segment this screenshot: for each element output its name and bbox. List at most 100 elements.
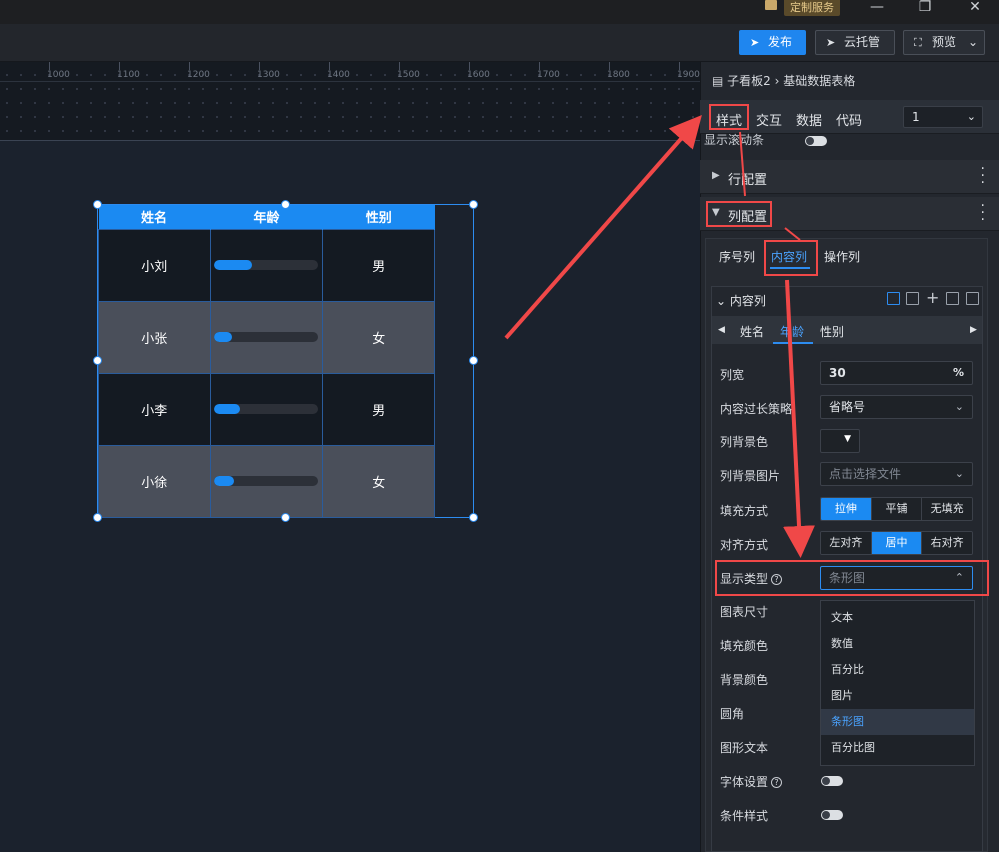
scrollbar-label: 显示滚动条 (704, 133, 765, 147)
cloud-hosting-button[interactable]: ➤ 云托管 (815, 30, 895, 55)
publish-button[interactable]: ➤ 发布 (739, 30, 806, 55)
preview-button[interactable]: ⛶ 预览 ⌄ (903, 30, 985, 55)
ruler-tick (609, 62, 610, 70)
fill-tile-option[interactable]: 平铺 (871, 498, 923, 520)
option-percent[interactable]: 百分比 (821, 657, 974, 683)
progress-fill (214, 404, 241, 414)
option-image[interactable]: 图片 (821, 683, 974, 709)
board-icon: ▤ (712, 74, 724, 88)
caret-down-icon: ▼ (844, 434, 851, 444)
more-icon[interactable]: · · · (981, 199, 985, 227)
option-text[interactable]: 文本 (821, 605, 974, 631)
bg-color-picker[interactable]: ▼ (820, 429, 860, 453)
close-icon[interactable]: ✕ (960, 0, 990, 22)
shape-text-label: 图形文本 (720, 741, 769, 755)
resize-handle[interactable] (469, 356, 478, 365)
restore-icon[interactable]: ❐ (910, 0, 940, 22)
bg-image-select[interactable]: 点击选择文件 ⌄ (820, 462, 973, 486)
option-bar-chart[interactable]: 条形图 (821, 709, 974, 735)
progress-bar (214, 476, 319, 486)
resize-handle[interactable] (93, 356, 102, 365)
fill-none-option[interactable]: 无填充 (922, 498, 972, 520)
highlight-box (706, 201, 772, 227)
progress-fill (214, 332, 233, 342)
cell-gender: 女 (322, 300, 435, 374)
cell-name: 小张 (98, 300, 211, 374)
table-icon[interactable] (887, 292, 900, 305)
highlight-box (764, 240, 818, 276)
delete-icon[interactable] (966, 292, 979, 305)
scroll-right-icon[interactable]: ▶ (970, 325, 977, 335)
more-icon[interactable]: · · · (981, 162, 985, 190)
table-row[interactable]: 小张 女 (98, 300, 435, 374)
tab-data[interactable]: 数据 (796, 110, 822, 129)
guide-line (0, 140, 700, 141)
align-right-option[interactable]: 右对齐 (922, 532, 972, 554)
col-width-input[interactable]: 30 % (820, 361, 973, 385)
scrollbar-toggle[interactable] (805, 136, 827, 146)
custom-service-button[interactable]: 定制服务 (784, 0, 840, 16)
align-left-option[interactable]: 左对齐 (821, 532, 872, 554)
page-select[interactable]: 1 ⌄ (903, 106, 983, 128)
align-center-option[interactable]: 居中 (871, 532, 923, 554)
coltab-name[interactable]: 姓名 (740, 323, 764, 340)
chevron-down-icon: ⌄ (954, 400, 964, 413)
data-table[interactable]: 姓名 年龄 性别 小刘男小张女小李男小徐女 (98, 205, 435, 518)
arrow-to-style-tab (504, 114, 702, 340)
align-label: 对齐方式 (720, 538, 769, 552)
table-row[interactable]: 小李 男 (98, 372, 435, 446)
bg-image-placeholder: 点击选择文件 (829, 467, 902, 481)
coltab-gender[interactable]: 性别 (820, 323, 844, 340)
chevron-down-icon: ⌄ (954, 467, 964, 480)
cond-style-toggle[interactable] (821, 810, 843, 820)
header-age: 年龄 (210, 205, 324, 229)
coltab-age[interactable]: 年龄 (780, 323, 804, 340)
resize-handle[interactable] (93, 513, 102, 522)
cell-name: 小刘 (98, 228, 211, 302)
col-width-value: 30 (829, 366, 846, 380)
fill-color-label: 填充颜色 (720, 639, 769, 653)
tab-interaction[interactable]: 交互 (756, 110, 782, 129)
subtab-action-col[interactable]: 操作列 (824, 248, 860, 265)
header-name: 姓名 (98, 205, 211, 229)
cell-gender: 女 (322, 444, 435, 518)
breadcrumb-board[interactable]: 子看板2 (727, 74, 771, 88)
copy-icon[interactable] (946, 292, 959, 305)
option-percent-chart[interactable]: 百分比图 (821, 735, 974, 761)
progress-bar (214, 260, 319, 270)
display-type-dropdown: 文本 数值 百分比 图片 条形图 百分比图 (820, 600, 975, 766)
caret-right-icon: ▶ (712, 170, 720, 181)
ruler-tick-label: 1900 (677, 70, 700, 80)
resize-handle[interactable] (469, 200, 478, 209)
cell-age-bar (209, 444, 324, 518)
chart-size-label: 图表尺寸 (720, 605, 769, 619)
gift-icon (765, 0, 777, 10)
scroll-left-icon[interactable]: ◀ (718, 325, 725, 335)
option-number[interactable]: 数值 (821, 631, 974, 657)
row-config-section[interactable]: ▶ 行配置 · · · (700, 160, 999, 194)
publish-label: 发布 (768, 35, 793, 49)
chevron-right-icon: › (774, 74, 780, 88)
table-row[interactable]: 小刘 男 (98, 228, 435, 302)
resize-handle[interactable] (469, 513, 478, 522)
resize-handle[interactable] (281, 513, 290, 522)
tab-code[interactable]: 代码 (836, 110, 862, 129)
minimize-icon[interactable]: — (862, 0, 892, 22)
resize-handle[interactable] (93, 200, 102, 209)
col-width-unit: % (952, 366, 964, 379)
subtab-index-col[interactable]: 序号列 (719, 248, 755, 265)
cell-gender: 男 (322, 372, 435, 446)
chevron-down-icon: ⌄ (966, 110, 976, 123)
background-color-label: 背景颜色 (720, 673, 769, 687)
overflow-select[interactable]: 省略号 ⌄ (820, 395, 973, 419)
fill-stretch-option[interactable]: 拉伸 (821, 498, 872, 520)
header-gender: 性别 (322, 205, 435, 229)
table-row[interactable]: 小徐 女 (98, 444, 435, 518)
content-col-header[interactable]: ⌄ 内容列 (716, 292, 766, 309)
font-settings-toggle[interactable] (821, 776, 843, 786)
resize-handle[interactable] (281, 200, 290, 209)
layout-icon[interactable] (906, 292, 919, 305)
cell-age-bar (209, 300, 324, 374)
add-icon[interactable]: + (926, 288, 939, 307)
help-icon[interactable]: ? (771, 777, 783, 788)
